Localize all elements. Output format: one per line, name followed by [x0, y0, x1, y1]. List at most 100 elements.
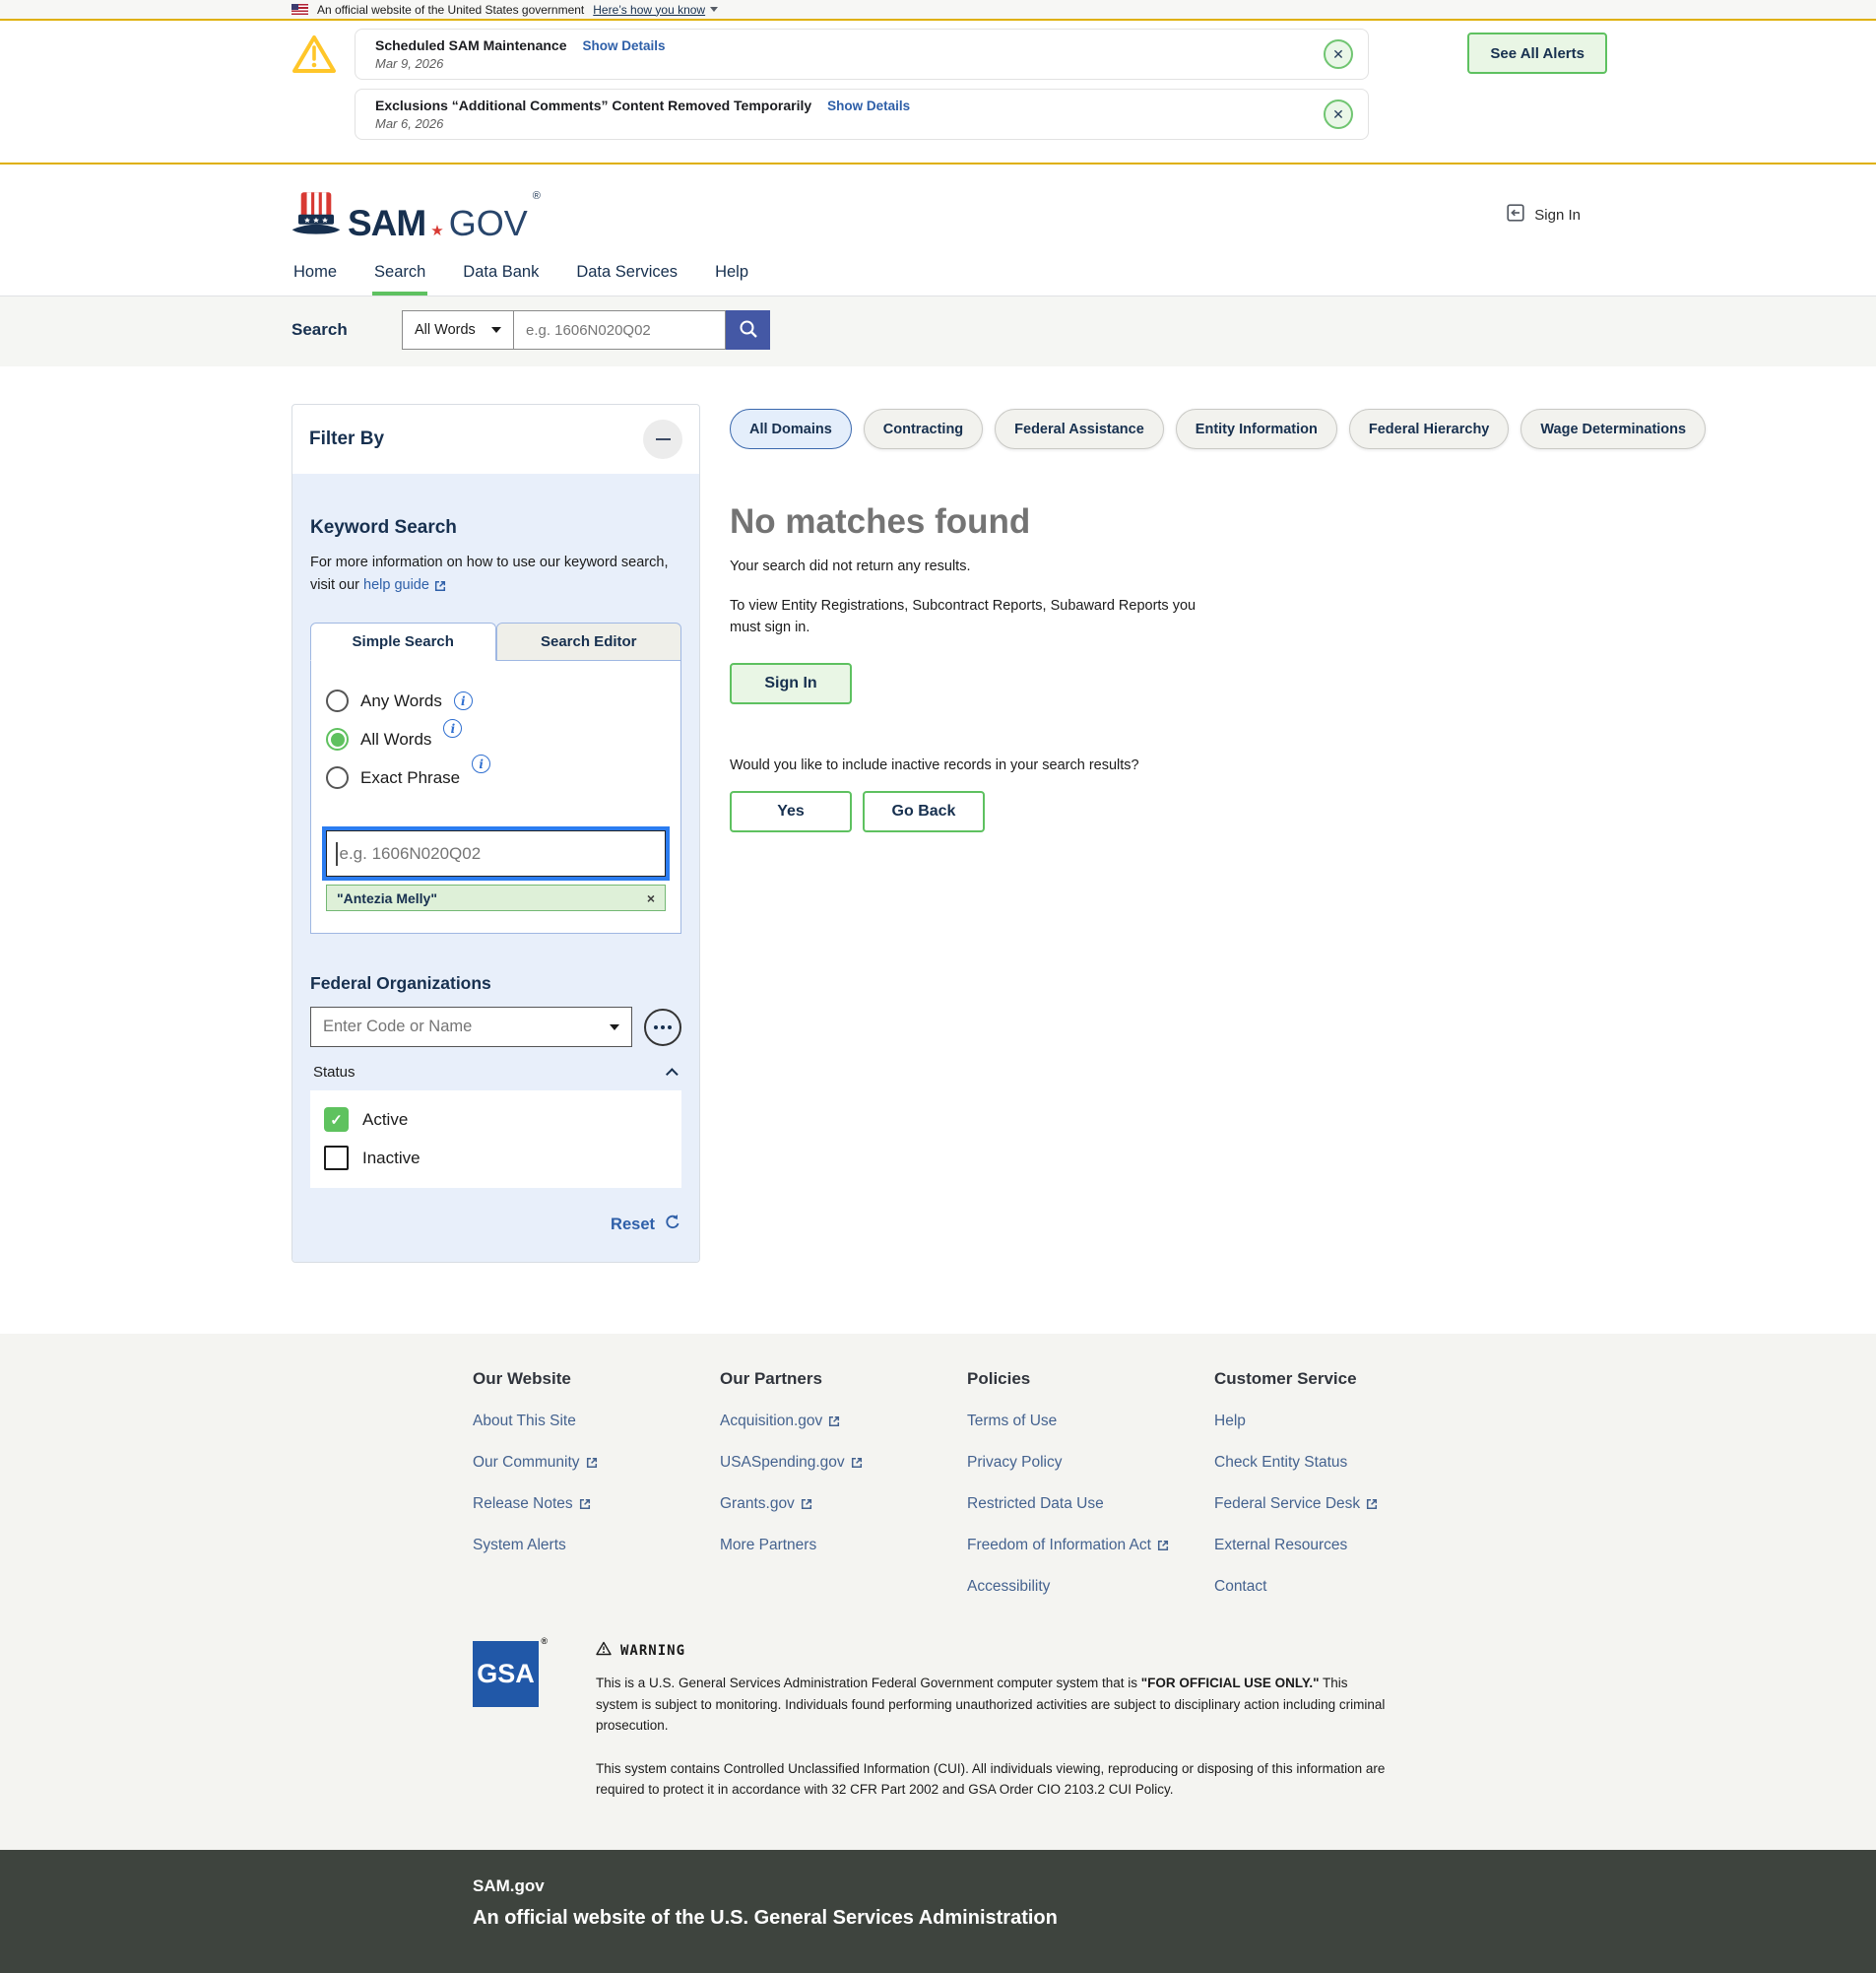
domain-tab-federal-assistance[interactable]: Federal Assistance	[995, 409, 1164, 449]
footer-link-check-entity-status[interactable]: Check Entity Status	[1214, 1454, 1461, 1472]
domain-tab-federal-hierarchy[interactable]: Federal Hierarchy	[1349, 409, 1510, 449]
external-link-icon	[579, 1498, 591, 1510]
keyword-input[interactable]: e.g. 1606N020Q02	[326, 830, 666, 877]
checkbox-active[interactable]: ✓	[324, 1107, 349, 1132]
site-header: SAM ★ GOV ® Sign In	[0, 164, 1876, 255]
info-icon[interactable]: i	[443, 719, 462, 738]
warning-paragraph-1: This is a U.S. General Services Administ…	[596, 1673, 1389, 1737]
minus-icon	[656, 438, 671, 441]
go-back-button[interactable]: Go Back	[863, 791, 985, 832]
alert-show-details-link[interactable]: Show Details	[582, 38, 665, 53]
footer-link-more-partners[interactable]: More Partners	[720, 1537, 967, 1554]
search-placeholder: e.g. 1606N020Q02	[526, 322, 651, 339]
us-flag-icon	[291, 4, 308, 15]
brand-gov: GOV	[449, 208, 528, 239]
nav-item-data-bank[interactable]: Data Bank	[461, 255, 541, 296]
domain-tab-all-domains[interactable]: All Domains	[730, 409, 852, 449]
footer-link-grants-gov[interactable]: Grants.gov	[720, 1495, 967, 1513]
nav-item-data-services[interactable]: Data Services	[574, 255, 679, 296]
keyword-tabs: Simple Search Search Editor	[310, 623, 681, 661]
alert-close-button[interactable]: ✕	[1324, 99, 1353, 129]
brand-star-icon: ★	[430, 224, 443, 240]
see-all-alerts-button[interactable]: See All Alerts	[1467, 33, 1607, 74]
footer-link-usaspending-gov[interactable]: USASpending.gov	[720, 1454, 967, 1472]
reset-filters-button[interactable]: Reset	[310, 1214, 681, 1236]
collapse-filters-button[interactable]	[643, 420, 682, 459]
radio-exact-phrase-label[interactable]: Exact Phrase	[360, 768, 460, 788]
sign-in-label: Sign In	[1534, 207, 1581, 224]
footer-link-our-community[interactable]: Our Community	[473, 1454, 720, 1472]
footer-link-acquisition-gov[interactable]: Acquisition.gov	[720, 1413, 967, 1430]
radio-any-words[interactable]	[326, 690, 349, 712]
sign-in-required-text: To view Entity Registrations, Subcontrac…	[730, 595, 1224, 639]
warning-outline-icon	[596, 1641, 612, 1660]
federal-org-combobox[interactable]: Enter Code or Name	[310, 1007, 632, 1047]
more-options-button[interactable]	[644, 1009, 681, 1046]
gov-banner-text: An official website of the United States…	[317, 3, 584, 17]
footer-link-terms-of-use[interactable]: Terms of Use	[967, 1413, 1214, 1430]
external-link-icon	[1157, 1540, 1169, 1551]
radio-any-words-label[interactable]: Any Words	[360, 691, 442, 711]
alert-row: Scheduled SAM Maintenance Show Details M…	[291, 29, 1876, 80]
checkbox-inactive[interactable]	[324, 1146, 349, 1170]
footer-link-external-resources[interactable]: External Resources	[1214, 1537, 1461, 1554]
header-sign-in-link[interactable]: Sign In	[1506, 203, 1581, 227]
tab-simple-search[interactable]: Simple Search	[310, 623, 496, 661]
domain-tab-entity-information[interactable]: Entity Information	[1176, 409, 1337, 449]
alert-show-details-link[interactable]: Show Details	[827, 99, 910, 113]
alert-title: Scheduled SAM Maintenance	[375, 37, 566, 53]
nav-item-search[interactable]: Search	[372, 255, 427, 296]
nav-item-help[interactable]: Help	[713, 255, 750, 296]
yes-button[interactable]: Yes	[730, 791, 852, 832]
warning-heading: WARNING	[596, 1641, 1389, 1660]
checkbox-inactive-label[interactable]: Inactive	[362, 1149, 420, 1168]
footer-heading: Customer Service	[1214, 1369, 1461, 1389]
footer-link-foia[interactable]: Freedom of Information Act	[967, 1537, 1214, 1554]
sam-gov-logo[interactable]: SAM ★ GOV ®	[290, 190, 541, 240]
search-submit-button[interactable]	[726, 310, 770, 350]
search-input[interactable]: e.g. 1606N020Q02	[514, 310, 726, 350]
external-link-icon	[851, 1457, 863, 1469]
federal-organizations-heading: Federal Organizations	[310, 973, 681, 994]
sign-in-icon	[1506, 203, 1525, 227]
footer-link-release-notes[interactable]: Release Notes	[473, 1495, 720, 1513]
warning-triangle-icon	[291, 33, 337, 76]
chevron-down-icon	[491, 327, 501, 333]
gsa-logo: GSA ®	[473, 1641, 539, 1707]
footer-link-help[interactable]: Help	[1214, 1413, 1461, 1430]
remove-tag-icon[interactable]: ×	[647, 890, 655, 906]
domain-tab-wage-determinations[interactable]: Wage Determinations	[1520, 409, 1706, 449]
gov-banner-link[interactable]: Here’s how you know	[593, 3, 718, 17]
radio-all-words-label[interactable]: All Words	[360, 730, 431, 750]
text-caret	[336, 842, 338, 866]
uncle-sam-hat-icon	[290, 190, 343, 240]
radio-all-words[interactable]	[326, 728, 349, 751]
footer-link-about-this-site[interactable]: About This Site	[473, 1413, 720, 1430]
footer-link-federal-service-desk[interactable]: Federal Service Desk	[1214, 1495, 1461, 1513]
keyword-search-heading: Keyword Search	[310, 517, 681, 539]
footer-link-contact[interactable]: Contact	[1214, 1578, 1461, 1596]
footer-link-restricted-data-use[interactable]: Restricted Data Use	[967, 1495, 1214, 1513]
alert-card: Scheduled SAM Maintenance Show Details M…	[355, 29, 1369, 80]
radio-exact-phrase[interactable]	[326, 766, 349, 789]
info-icon[interactable]: i	[454, 691, 473, 710]
warning-paragraph-2: This system contains Controlled Unclassi…	[596, 1758, 1389, 1801]
chevron-up-icon[interactable]	[666, 1069, 679, 1082]
alert-close-button[interactable]: ✕	[1324, 39, 1353, 69]
nav-item-home[interactable]: Home	[291, 255, 339, 296]
no-matches-title: No matches found	[730, 502, 1706, 542]
tab-search-editor[interactable]: Search Editor	[496, 623, 682, 661]
alert-date: Mar 9, 2026	[375, 56, 1307, 71]
gov-banner: An official website of the United States…	[0, 0, 1876, 21]
domain-tab-contracting[interactable]: Contracting	[864, 409, 983, 449]
footer-link-accessibility[interactable]: Accessibility	[967, 1578, 1214, 1596]
footer-heading: Our Website	[473, 1369, 720, 1389]
search-mode-select[interactable]: All Words	[402, 310, 514, 350]
sign-in-button[interactable]: Sign In	[730, 663, 852, 704]
checkbox-active-label[interactable]: Active	[362, 1110, 408, 1130]
footer-link-privacy-policy[interactable]: Privacy Policy	[967, 1454, 1214, 1472]
help-guide-link[interactable]: help guide	[363, 574, 446, 597]
info-icon[interactable]: i	[472, 755, 490, 773]
footer-link-system-alerts[interactable]: System Alerts	[473, 1537, 720, 1554]
status-options-box: ✓ Active Inactive	[310, 1090, 681, 1188]
